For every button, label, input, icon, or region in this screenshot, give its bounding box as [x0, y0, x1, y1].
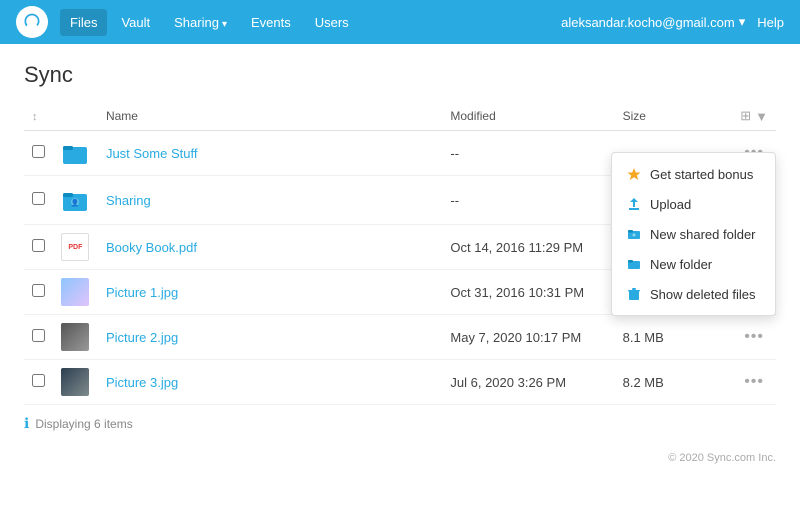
th-actions: ⊞ ▼: [706, 102, 776, 131]
cm-icon: [626, 166, 642, 182]
logo: [16, 6, 48, 38]
row-name-cell: Just Some Stuff: [98, 131, 442, 176]
info-icon: ℹ: [24, 415, 29, 432]
row-checkbox[interactable]: [32, 239, 45, 252]
footer-info: ℹ Displaying 6 items: [24, 415, 776, 432]
help-link[interactable]: Help: [757, 15, 784, 30]
row-modified-cell: --: [442, 131, 614, 176]
image-thumb-icon: [61, 278, 89, 306]
th-icon: [53, 102, 98, 131]
page-title: Sync: [24, 62, 776, 88]
row-icon-cell: PDF: [53, 225, 98, 270]
file-name-link[interactable]: Booky Book.pdf: [106, 240, 197, 255]
row-size-cell: 8.2 MB: [615, 360, 706, 405]
row-actions-cell: •••: [706, 360, 776, 405]
row-name-cell: Picture 2.jpg: [98, 315, 442, 360]
cm-icon: [626, 226, 642, 242]
navbar: Files Vault Sharing Events Users aleksan…: [0, 0, 800, 44]
row-checkbox[interactable]: [32, 329, 45, 342]
context-menu-item[interactable]: New folder: [612, 249, 775, 279]
row-name-cell: Sharing: [98, 176, 442, 225]
th-name[interactable]: Name: [98, 102, 442, 131]
nav-users[interactable]: Users: [305, 9, 359, 36]
main-content: Sync ↕ Name Modified Size ⊞ ▼: [0, 44, 800, 444]
row-icon-cell: 👤: [53, 176, 98, 225]
image-thumb-icon: [61, 368, 89, 396]
file-name-link[interactable]: Picture 1.jpg: [106, 285, 178, 300]
cm-label: Show deleted files: [650, 287, 756, 302]
user-chevron-icon: ▾: [739, 14, 746, 30]
table-row: Picture 3.jpg Jul 6, 2020 3:26 PM8.2 MB ••…: [24, 360, 776, 405]
footer-copyright: © 2020 Sync.com Inc.: [0, 444, 800, 472]
row-checkbox[interactable]: [32, 284, 45, 297]
th-check: ↕: [24, 102, 53, 131]
user-menu[interactable]: aleksandar.kocho@gmail.com ▾: [561, 14, 745, 30]
nav-files[interactable]: Files: [60, 9, 107, 36]
context-menu-item[interactable]: Upload: [612, 189, 775, 219]
item-count: Displaying 6 items: [35, 417, 132, 431]
context-menu-item[interactable]: Get started bonus: [612, 159, 775, 189]
nav-events[interactable]: Events: [241, 9, 301, 36]
row-icon-cell: [53, 360, 98, 405]
row-checkbox[interactable]: [32, 192, 45, 205]
filter-icon[interactable]: ▼: [755, 109, 768, 124]
row-checkbox-cell: [24, 270, 53, 315]
cm-label: Get started bonus: [650, 167, 753, 182]
row-name-cell: Picture 3.jpg: [98, 360, 442, 405]
table-row: Picture 2.jpg May 7, 2020 10:17 PM8.1 MB •…: [24, 315, 776, 360]
shared-folder-icon: 👤: [61, 186, 89, 214]
row-checkbox[interactable]: [32, 374, 45, 387]
file-name-link[interactable]: Picture 2.jpg: [106, 330, 178, 345]
copyright-text: © 2020 Sync.com Inc.: [668, 452, 776, 464]
sharing-chevron-icon: [222, 15, 227, 30]
context-menu-item[interactable]: Show deleted files: [612, 279, 775, 309]
row-modified-cell: Oct 31, 2016 10:31 PM: [442, 270, 614, 315]
row-icon-cell: [53, 131, 98, 176]
cm-icon: [626, 196, 642, 212]
row-size-cell: 8.1 MB: [615, 315, 706, 360]
row-checkbox-cell: [24, 225, 53, 270]
row-icon-cell: [53, 270, 98, 315]
row-menu-button[interactable]: •••: [740, 371, 768, 393]
row-checkbox-cell: [24, 176, 53, 225]
row-name-cell: Booky Book.pdf: [98, 225, 442, 270]
grid-icon[interactable]: ⊞: [740, 108, 751, 124]
nav-links: Files Vault Sharing Events Users: [60, 9, 561, 36]
file-name-link[interactable]: Picture 3.jpg: [106, 375, 178, 390]
cm-label: Upload: [650, 197, 691, 212]
row-checkbox[interactable]: [32, 145, 45, 158]
name-label: Name: [106, 109, 138, 123]
nav-sharing[interactable]: Sharing: [164, 9, 237, 36]
image-thumb-icon: [61, 323, 89, 351]
row-modified-cell: --: [442, 176, 614, 225]
nav-right: aleksandar.kocho@gmail.com ▾ Help: [561, 14, 784, 30]
folder-icon: [61, 139, 89, 167]
th-size: Size: [615, 102, 706, 131]
row-menu-button[interactable]: •••: [740, 326, 768, 348]
row-modified-cell: May 7, 2020 10:17 PM: [442, 315, 614, 360]
cm-icon: [626, 256, 642, 272]
user-email: aleksandar.kocho@gmail.com: [561, 15, 735, 30]
sort-icon: ↕: [32, 111, 38, 123]
file-name-link[interactable]: Sharing: [106, 193, 151, 208]
row-actions-cell: •••: [706, 315, 776, 360]
cm-label: New shared folder: [650, 227, 756, 242]
file-name-link[interactable]: Just Some Stuff: [106, 146, 198, 161]
nav-vault[interactable]: Vault: [111, 9, 160, 36]
row-checkbox-cell: [24, 131, 53, 176]
cm-icon: [626, 286, 642, 302]
svg-text:👤: 👤: [71, 198, 80, 207]
row-modified-cell: Jul 6, 2020 3:26 PM: [442, 360, 614, 405]
context-menu: Get started bonus Upload New shared fold…: [611, 152, 776, 316]
context-menu-item[interactable]: New shared folder: [612, 219, 775, 249]
row-checkbox-cell: [24, 315, 53, 360]
row-modified-cell: Oct 14, 2016 11:29 PM: [442, 225, 614, 270]
row-name-cell: Picture 1.jpg: [98, 270, 442, 315]
cm-label: New folder: [650, 257, 712, 272]
row-checkbox-cell: [24, 360, 53, 405]
pdf-icon: PDF: [61, 233, 89, 261]
row-icon-cell: [53, 315, 98, 360]
th-modified: Modified: [442, 102, 614, 131]
